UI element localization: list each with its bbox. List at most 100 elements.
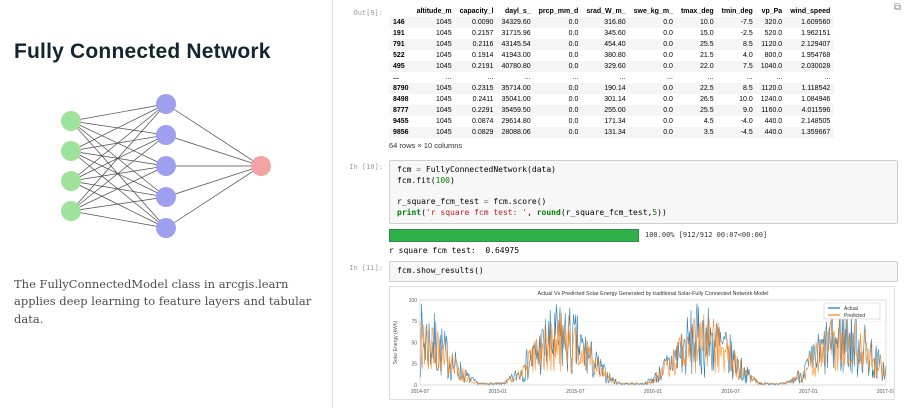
- table-cell: 1.084946: [801, 96, 831, 103]
- svg-text:100: 100: [409, 298, 418, 304]
- row-index: 146: [393, 19, 405, 26]
- table-cell: 1045: [436, 41, 452, 48]
- table-cell: 1.962151: [801, 30, 831, 37]
- in-prompt-results: In [11]:: [349, 263, 383, 272]
- table-cell: 29614.80: [501, 118, 531, 125]
- svg-text:25: 25: [411, 361, 417, 367]
- column-header: srad_W_m_: [586, 8, 626, 15]
- code-cell-fit: In [10]: fcm = FullyConnectedNetwork(dat…: [339, 160, 898, 224]
- table-row: 791 1045 0.2116 43145.54 0.0 454.40 0.0 25.5 8.5…: [389, 39, 835, 50]
- table-cell: 1120.0: [761, 85, 783, 92]
- svg-text:50: 50: [411, 340, 417, 346]
- table-cell: 0.0: [663, 85, 673, 92]
- table-cell: 440.0: [764, 118, 783, 125]
- in-prompt-fit: In [10]:: [349, 163, 383, 171]
- svg-text:Solar Energy (kWh): Solar Energy (kWh): [393, 320, 399, 364]
- table-cell: 1040.0: [760, 63, 783, 70]
- network-diagram: [61, 94, 271, 238]
- svg-text:Predicted: Predicted: [844, 313, 865, 319]
- popout-icon[interactable]: ⧉: [894, 3, 901, 13]
- row-index: 8777: [393, 107, 409, 114]
- column-header: wind_speed: [790, 8, 831, 15]
- table-cell: 10.0: [700, 19, 714, 26]
- table-cell: 25.5: [700, 107, 714, 114]
- table-cell: 2.030028: [801, 63, 831, 70]
- notebook-panel: ⧉ Out[9]: altitude_m capacity_l dayl_s_ prc…: [333, 0, 906, 408]
- row-index: 8790: [393, 85, 409, 92]
- progress-text: 100.00% [912/912 00:07<00:00]: [645, 231, 768, 240]
- table-header-row: altitude_m capacity_l dayl_s_ prcp_mm_d srad…: [389, 6, 834, 17]
- results-chart: 0 25 50 75 100 2014-07 2015-01 2015-07 2016-01 20…: [389, 285, 895, 400]
- svg-text:0: 0: [414, 383, 417, 389]
- code-input-results[interactable]: fcm.show_results(): [389, 260, 898, 282]
- svg-text:2017-07: 2017-07: [877, 389, 895, 395]
- table-cell: 190.14: [604, 85, 626, 92]
- svg-text:2016-01: 2016-01: [644, 389, 663, 395]
- row-index: 522: [393, 52, 405, 59]
- output-cell-chart: 0 25 50 75 100 2014-07 2015-01 2015-07 2016-01 20…: [339, 285, 898, 400]
- table-cell: 10.0: [739, 96, 753, 103]
- svg-text:Actual: Actual: [844, 306, 858, 312]
- code-input-fit[interactable]: fcm = FullyConnectedNetwork(data) fcm.fi…: [389, 160, 898, 224]
- table-cell: 22.5: [700, 85, 714, 92]
- info-panel: Fully Connected Network The FullyConnect…: [0, 0, 333, 408]
- table-cell: 1120.0: [761, 41, 783, 48]
- table-cell: 0.0: [663, 41, 673, 48]
- table-cell: 15.0: [700, 30, 714, 37]
- table-cell: 1045: [436, 52, 452, 59]
- table-cell: 0.0: [663, 96, 673, 103]
- table-cell: 0.0: [568, 52, 579, 59]
- table-cell: 0.2315: [472, 85, 494, 92]
- table-cell: 440.0: [764, 129, 783, 136]
- table-cell: 41943.00: [501, 52, 531, 59]
- table-cell: 31715.96: [501, 30, 531, 37]
- table-cell: 0.0: [663, 63, 673, 70]
- table-cell: 1045: [436, 118, 452, 125]
- column-header: tmin_deg: [721, 8, 753, 15]
- code-cell-results: In [11]: fcm.show_results(): [339, 260, 898, 282]
- column-header: dayl_s_: [504, 8, 531, 15]
- table-cell: 316.80: [604, 19, 626, 26]
- svg-text:Actual Vs Predicted Solar Ener: Actual Vs Predicted Solar Energy Generat…: [537, 291, 768, 297]
- table-cell: 0.0: [568, 107, 579, 114]
- column-header: vp_Pa: [761, 8, 783, 15]
- row-index: 9856: [393, 129, 409, 136]
- table-cell: 131.34: [604, 129, 626, 136]
- table-cell: 7.5: [743, 63, 753, 70]
- table-row: 495 1045 0.2191 40780.80 0.0 329.60 0.0 22.0 7.5…: [389, 61, 835, 72]
- table-cell: -7.5: [740, 19, 753, 26]
- table-cell: 0.2191: [472, 63, 494, 70]
- table-cell: 0.0829: [472, 129, 494, 136]
- table-cell: 25.5: [700, 41, 714, 48]
- table-cell: 2.148505: [801, 118, 831, 125]
- table-cell: 40780.80: [501, 63, 531, 70]
- table-cell: 329.60: [604, 63, 626, 70]
- output-cell-progress: 100.00% [912/912 00:07<00:00] r square f…: [339, 228, 898, 257]
- description-text: The FullyConnectedModel class in arcgis.…: [14, 277, 312, 326]
- table-cell: 8.5: [743, 41, 753, 48]
- table-row: 8790 1045 0.2315 35714.00 0.0 190.14 0.0 22.5 8.…: [389, 83, 835, 94]
- table-cell: 320.0: [764, 19, 783, 26]
- dataframe-shape: 64 rows × 10 columns: [389, 141, 463, 150]
- table-cell: 22.0: [700, 63, 714, 70]
- table-cell: 301.14: [604, 96, 626, 103]
- column-header: [389, 6, 413, 17]
- table-cell: 0.0: [568, 85, 579, 92]
- table-cell: 0.0: [663, 129, 673, 136]
- table-cell: ...: [445, 74, 452, 81]
- table-cell: ...: [619, 74, 626, 81]
- dataframe-table: altitude_m capacity_l dayl_s_ prcp_mm_d srad…: [389, 6, 835, 138]
- table-cell: 0.0: [663, 118, 673, 125]
- table-cell: 4.011596: [801, 107, 831, 114]
- table-row: 9856 1045 0.0829 28088.06 0.0 131.34 0.0 3.5 -4.…: [389, 127, 835, 138]
- table-cell: 35714.00: [501, 85, 531, 92]
- table-cell: 0.0: [663, 107, 673, 114]
- table-cell: ...: [707, 74, 714, 81]
- table-cell: -4.5: [740, 129, 753, 136]
- table-cell: 1045: [436, 96, 452, 103]
- table-cell: 35041.00: [501, 96, 531, 103]
- table-cell: 35459.50: [501, 107, 531, 114]
- table-cell: 26.5: [700, 96, 714, 103]
- table-cell: 0.0: [663, 52, 673, 59]
- table-cell: 0.0: [568, 129, 579, 136]
